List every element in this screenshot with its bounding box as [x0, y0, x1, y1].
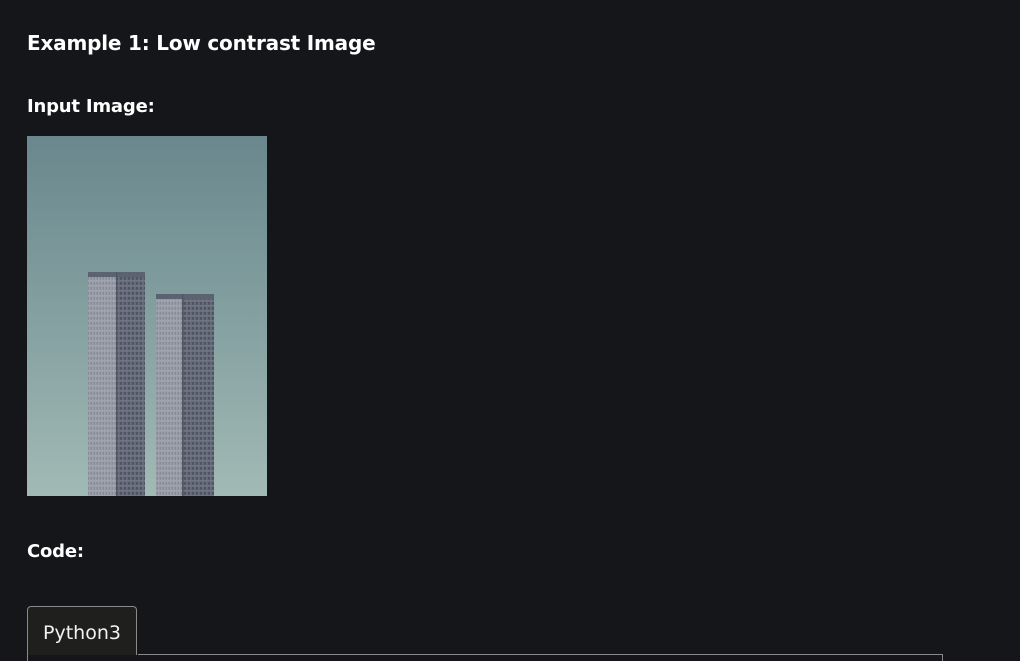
- code-panel: [27, 655, 943, 661]
- input-image: [27, 136, 267, 496]
- code-label: Code:: [27, 541, 84, 562]
- low-contrast-buildings-photo: [27, 136, 267, 496]
- input-image-label: Input Image:: [27, 96, 155, 117]
- tab-python3[interactable]: Python3: [27, 606, 137, 655]
- tab-divider: [138, 654, 943, 655]
- code-tabs: Python3: [27, 606, 943, 661]
- article-content: Example 1: Low contrast Image Input Imag…: [0, 0, 1020, 661]
- example-heading: Example 1: Low contrast Image: [27, 31, 376, 55]
